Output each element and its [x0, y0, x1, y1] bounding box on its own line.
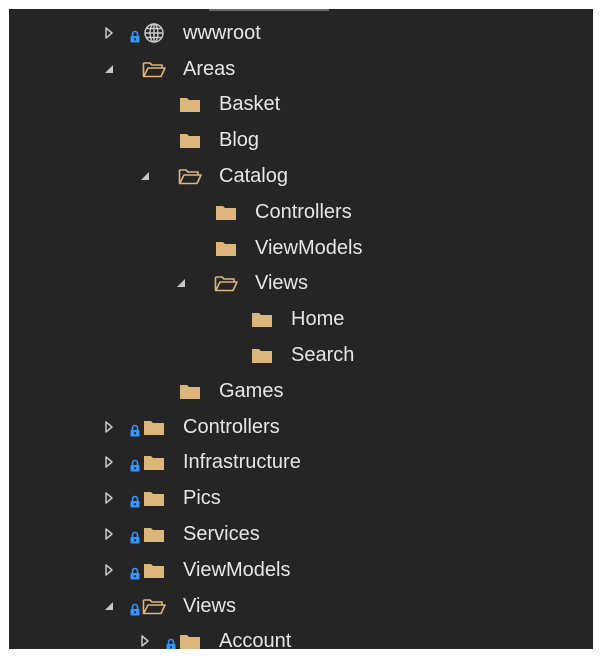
lock-icon	[130, 26, 140, 43]
collapse-arrow-icon[interactable]	[174, 276, 188, 290]
tree-item-label: Services	[183, 523, 260, 546]
expand-arrow-icon[interactable]	[102, 563, 116, 577]
globe-icon	[142, 23, 166, 43]
tree-item-label: Areas	[183, 57, 236, 80]
tree-item-blog[interactable]: Blog	[9, 122, 593, 158]
lock-icon	[130, 491, 140, 508]
folder-icon	[178, 94, 202, 114]
lock-icon	[130, 563, 140, 580]
collapse-arrow-icon[interactable]	[102, 599, 116, 613]
tree-item-label: Views	[183, 594, 236, 617]
expand-arrow-icon[interactable]	[102, 491, 116, 505]
tree-item-label: wwwroot	[183, 21, 261, 44]
tree-item-label: Basket	[219, 93, 281, 116]
tree-item-home[interactable]: Home	[9, 301, 593, 337]
expand-arrow-icon[interactable]	[102, 26, 116, 40]
folder-icon	[250, 309, 274, 329]
lock-icon	[130, 420, 140, 437]
folder-icon	[214, 238, 238, 258]
tree-item-label: Catalog	[219, 165, 288, 188]
tree-item-label: Controllers	[183, 415, 280, 438]
expand-arrow-icon[interactable]	[138, 634, 152, 648]
solution-explorer-tree-panel: wwwroot Areas Basket Blog Catalog Controllers…	[9, 9, 593, 649]
lock-icon	[130, 527, 140, 544]
tree-item-label: ViewModels	[255, 236, 363, 259]
tree-item-games[interactable]: Games	[9, 373, 593, 409]
tree-item-views[interactable]: Views	[9, 588, 593, 624]
tree-item-wwwroot[interactable]: wwwroot	[9, 15, 593, 51]
collapse-arrow-icon[interactable]	[138, 169, 152, 183]
tree-item-label: Games	[219, 379, 284, 402]
expand-arrow-icon[interactable]	[102, 420, 116, 434]
folder-icon	[178, 130, 202, 150]
folder-open-icon	[142, 596, 166, 616]
collapse-arrow-icon[interactable]	[102, 62, 116, 76]
tree-item-label: Blog	[219, 129, 260, 152]
lock-icon	[130, 455, 140, 472]
tree-item-label: Account	[219, 630, 292, 649]
tree-item-catalog-viewmodels[interactable]: ViewModels	[9, 230, 593, 266]
lock-icon	[130, 599, 140, 616]
tree-item-search[interactable]: Search	[9, 337, 593, 373]
folder-icon	[142, 488, 166, 508]
folder-icon	[142, 452, 166, 472]
tree-item-catalog-views[interactable]: Views	[9, 266, 593, 302]
tree-item-basket[interactable]: Basket	[9, 87, 593, 123]
folder-icon	[142, 417, 166, 437]
tree-item-label: ViewModels	[183, 558, 291, 581]
tree-view: wwwroot Areas Basket Blog Catalog Controllers…	[9, 15, 593, 649]
tree-item-label: Views	[255, 272, 308, 295]
expand-arrow-icon[interactable]	[102, 527, 116, 541]
folder-icon	[142, 524, 166, 544]
tree-item-infrastructure[interactable]: Infrastructure	[9, 445, 593, 481]
folder-open-icon	[142, 59, 166, 79]
tree-item-account[interactable]: Account	[9, 624, 593, 649]
clipped-row-fragment	[209, 9, 329, 11]
tree-item-label: Controllers	[255, 200, 352, 223]
folder-icon	[214, 202, 238, 222]
folder-open-icon	[214, 273, 238, 293]
expand-arrow-icon[interactable]	[102, 455, 116, 469]
lock-icon	[166, 634, 176, 649]
tree-item-pics[interactable]: Pics	[9, 480, 593, 516]
folder-icon	[250, 345, 274, 365]
tree-item-label: Home	[291, 308, 345, 331]
tree-item-label: Pics	[183, 487, 221, 510]
folder-icon	[142, 560, 166, 580]
tree-item-catalog[interactable]: Catalog	[9, 158, 593, 194]
folder-open-icon	[178, 166, 202, 186]
tree-item-catalog-controllers[interactable]: Controllers	[9, 194, 593, 230]
tree-item-viewmodels[interactable]: ViewModels	[9, 552, 593, 588]
folder-icon	[178, 631, 202, 649]
tree-item-label: Search	[291, 344, 355, 367]
folder-icon	[178, 381, 202, 401]
tree-item-controllers[interactable]: Controllers	[9, 409, 593, 445]
tree-item-label: Infrastructure	[183, 451, 301, 474]
tree-item-areas[interactable]: Areas	[9, 51, 593, 87]
tree-item-services[interactable]: Services	[9, 516, 593, 552]
